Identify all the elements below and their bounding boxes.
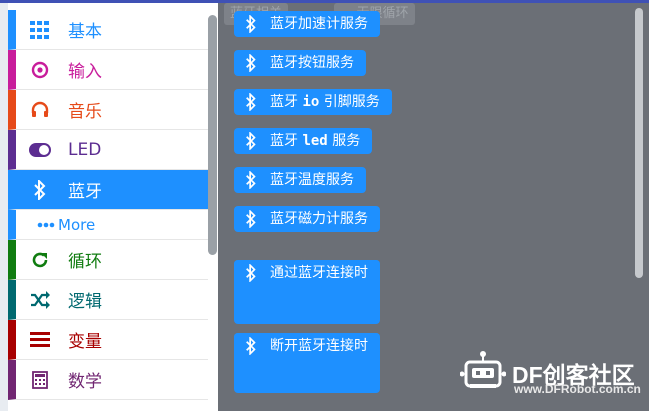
category-led[interactable]: LED bbox=[8, 130, 208, 170]
block-label-mono: io bbox=[302, 94, 320, 110]
left-strip bbox=[0, 0, 8, 411]
bluetooth-icon bbox=[245, 170, 257, 198]
category-label: 变量 bbox=[68, 332, 102, 352]
list-icon bbox=[22, 331, 58, 348]
category-music[interactable]: 音乐 bbox=[8, 90, 208, 130]
block-label: 蓝牙 bbox=[270, 94, 303, 110]
block-label: 服务 bbox=[327, 133, 361, 149]
dots-icon bbox=[36, 222, 56, 228]
category-variables[interactable]: 变量 bbox=[8, 320, 208, 360]
watermark-url: www.DFRobot.com.cn bbox=[514, 382, 641, 396]
grid-icon bbox=[22, 20, 58, 39]
block-label: 蓝牙温度服务 bbox=[270, 172, 354, 188]
shuffle-icon bbox=[22, 290, 58, 309]
toggle-icon bbox=[22, 142, 58, 157]
bluetooth-icon bbox=[245, 336, 257, 364]
calculator-icon bbox=[22, 370, 58, 389]
bluetooth-icon bbox=[22, 179, 58, 200]
bluetooth-icon bbox=[245, 53, 257, 81]
target-icon bbox=[22, 61, 58, 79]
category-label: 逻辑 bbox=[68, 292, 102, 312]
category-label: 音乐 bbox=[68, 102, 102, 122]
category-label: 蓝牙 bbox=[68, 182, 102, 202]
block-label-mono: led bbox=[302, 133, 328, 149]
category-math[interactable]: 数学 bbox=[8, 360, 208, 400]
bluetooth-icon bbox=[245, 209, 257, 237]
block-bluetooth-led-service[interactable]: 蓝牙 led 服务 bbox=[234, 128, 373, 154]
bluetooth-icon bbox=[245, 263, 257, 291]
event-block-header: 断开蓝牙连接时 bbox=[234, 333, 380, 359]
category-label: 循环 bbox=[68, 252, 102, 272]
block-bluetooth-temperature-service[interactable]: 蓝牙温度服务 bbox=[234, 167, 366, 193]
block-on-bluetooth-connected[interactable]: 通过蓝牙连接时 bbox=[234, 260, 380, 324]
block-on-bluetooth-disconnected[interactable]: 断开蓝牙连接时 bbox=[234, 333, 380, 393]
block-label: 蓝牙磁力计服务 bbox=[270, 211, 368, 227]
category-label: 基本 bbox=[68, 22, 102, 42]
category-more[interactable]: More bbox=[8, 210, 208, 240]
block-label: 蓝牙按钮服务 bbox=[270, 55, 354, 71]
refresh-icon bbox=[22, 251, 58, 269]
category-label: More bbox=[58, 215, 96, 234]
block-label: 蓝牙加速计服务 bbox=[270, 16, 368, 32]
flyout-scrollbar[interactable] bbox=[635, 8, 643, 278]
block-bluetooth-accelerometer-service[interactable]: 蓝牙加速计服务 bbox=[234, 11, 380, 37]
top-border bbox=[0, 0, 649, 3]
toolbox-scrollbar[interactable] bbox=[208, 15, 217, 255]
category-input[interactable]: 输入 bbox=[8, 50, 208, 90]
block-label: 断开蓝牙连接时 bbox=[270, 338, 368, 354]
category-toolbox: 基本 输入 音乐 LED 蓝牙 More 循环 逻辑 变量 数学 bbox=[8, 10, 208, 411]
bluetooth-icon bbox=[245, 92, 257, 120]
category-logic[interactable]: 逻辑 bbox=[8, 280, 208, 320]
category-label: LED bbox=[68, 139, 102, 160]
event-block-header: 通过蓝牙连接时 bbox=[234, 260, 380, 286]
block-label: 引脚服务 bbox=[319, 94, 380, 110]
category-loops[interactable]: 循环 bbox=[8, 240, 208, 280]
block-bluetooth-button-service[interactable]: 蓝牙按钮服务 bbox=[234, 50, 366, 76]
bluetooth-icon bbox=[245, 131, 257, 159]
bluetooth-icon bbox=[245, 14, 257, 42]
category-label: 数学 bbox=[68, 372, 102, 392]
block-bluetooth-io-pin-service[interactable]: 蓝牙 io 引脚服务 bbox=[234, 89, 392, 115]
category-label: 输入 bbox=[68, 62, 102, 82]
block-label: 蓝牙 bbox=[270, 133, 303, 149]
category-basic[interactable]: 基本 bbox=[8, 10, 208, 50]
robot-logo-icon bbox=[459, 350, 507, 396]
block-bluetooth-magnetometer-service[interactable]: 蓝牙磁力计服务 bbox=[234, 206, 380, 232]
headphones-icon bbox=[22, 101, 58, 119]
block-label: 通过蓝牙连接时 bbox=[270, 265, 368, 281]
category-bluetooth[interactable]: 蓝牙 bbox=[8, 170, 208, 210]
